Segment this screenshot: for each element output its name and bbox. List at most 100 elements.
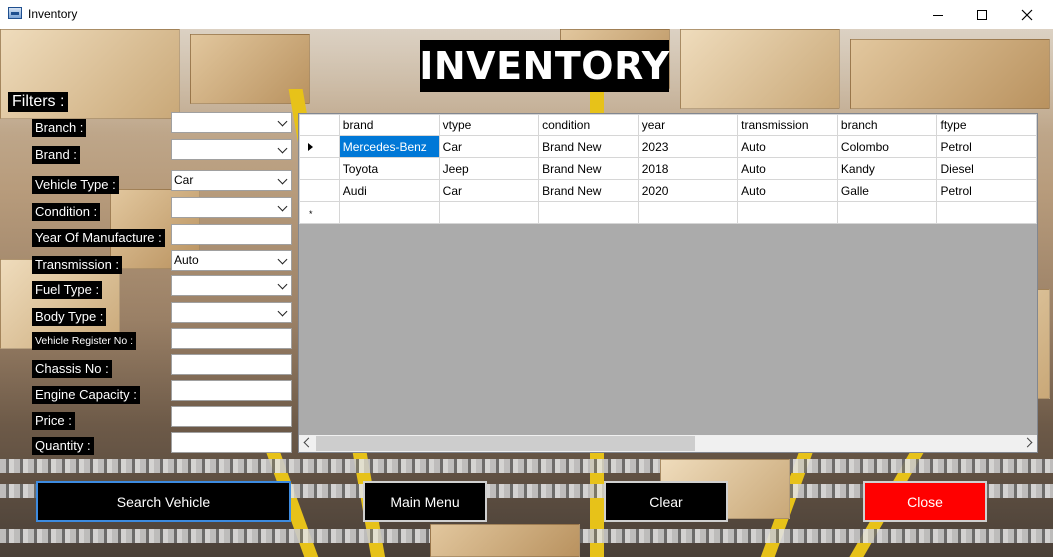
new-row-icon: * [309,208,313,219]
price-label: Price : [32,412,75,430]
minimize-icon [933,15,943,16]
close-icon [1021,9,1033,20]
table-cell[interactable] [836,201,938,224]
maximize-icon [977,9,987,20]
chassis-no-field[interactable] [171,354,292,375]
row-header[interactable] [299,179,340,202]
branch-label: Branch : [32,119,87,137]
table-cell[interactable]: Auto [737,179,838,202]
chevron-down-icon [277,174,288,185]
table-cell[interactable]: Brand New [538,157,639,180]
filters-title: Filters : [8,92,69,112]
current-row-icon [308,142,313,151]
column-header-condition[interactable]: condition [538,114,639,136]
vehicle-type-label: Vehicle Type : [32,176,119,194]
window-title: Inventory [28,7,78,21]
table-row[interactable]: Audi Car Brand New 2020 Auto Galle Petro… [299,179,1037,202]
column-header-year[interactable]: year [637,114,739,136]
scrollbar-thumb[interactable] [316,436,695,451]
table-cell[interactable]: Brand New [538,135,639,158]
table-cell[interactable]: Car [438,135,540,158]
engine-capacity-field[interactable] [171,380,292,401]
table-cell[interactable]: Galle [836,179,938,202]
brand-select[interactable] [171,139,292,160]
page-title: INVENTORY [419,40,669,92]
chassis-no-label: Chassis No : [32,360,112,378]
column-header-transmission[interactable]: transmission [737,114,838,136]
table-cell[interactable]: Car [438,179,540,202]
row-header[interactable] [299,157,340,180]
transmission-label: Transmission : [32,256,123,274]
column-header-branch[interactable]: branch [836,114,938,136]
condition-select[interactable] [171,197,292,218]
close-button[interactable]: Close [863,481,987,522]
table-cell[interactable] [338,201,440,224]
search-vehicle-button[interactable]: Search Vehicle [36,481,291,522]
brand-label: Brand : [32,146,80,164]
table-cell[interactable]: Petrol [936,135,1037,158]
engine-capacity-label: Engine Capacity : [32,386,140,404]
table-cell[interactable]: Auto [737,157,838,180]
price-field[interactable] [171,406,292,427]
table-cell[interactable]: Colombo [836,135,938,158]
minimize-button[interactable] [915,0,961,29]
transmission-select[interactable]: Auto [171,250,292,271]
vehicle-type-select[interactable]: Car [171,170,292,191]
clear-button[interactable]: Clear [604,481,728,522]
table-cell[interactable]: Jeep [438,157,540,180]
chevron-down-icon [277,143,288,154]
body-type-label: Body Type : [32,308,107,326]
table-row[interactable]: Mercedes-Benz Car Brand New 2023 Auto Co… [299,135,1037,158]
table-cell[interactable] [737,201,838,224]
quantity-field[interactable] [171,432,292,453]
branch-select[interactable] [171,112,292,133]
row-header[interactable]: * [299,201,340,224]
horizontal-scrollbar[interactable] [299,435,1037,452]
column-header-brand[interactable]: brand [338,114,440,136]
table-cell[interactable]: Brand New [538,179,639,202]
table-cell[interactable] [438,201,540,224]
table-row[interactable]: Toyota Jeep Brand New 2018 Auto Kandy Di… [299,157,1037,180]
chevron-down-icon [277,306,288,317]
scroll-right-icon[interactable] [1022,437,1033,448]
column-header-vtype[interactable]: vtype [438,114,540,136]
register-no-field[interactable] [171,328,292,349]
chevron-down-icon [277,254,288,265]
table-cell[interactable]: 2023 [637,135,739,158]
year-label: Year Of Manufacture : [32,229,165,247]
inventory-grid[interactable]: brand vtype condition year transmission … [298,113,1038,453]
row-header[interactable] [299,135,340,158]
corner-header[interactable] [299,114,340,136]
new-row[interactable]: * [299,201,1037,224]
table-cell[interactable] [936,201,1037,224]
chevron-down-icon [277,116,288,127]
main-menu-button[interactable]: Main Menu [363,481,487,522]
table-cell[interactable]: 2020 [637,179,739,202]
column-header-ftype[interactable]: ftype [936,114,1037,136]
table-cell[interactable]: Diesel [936,157,1037,180]
table-cell[interactable] [538,201,639,224]
year-field[interactable] [171,224,292,245]
grid-table: brand vtype condition year transmission … [299,114,1037,224]
fuel-type-select[interactable] [171,275,292,296]
title-bar: Inventory [0,0,1053,29]
table-cell[interactable]: Toyota [338,157,440,180]
scroll-left-icon[interactable] [303,437,314,448]
table-cell[interactable]: Mercedes-Benz [338,135,440,158]
body-type-select[interactable] [171,302,292,323]
table-cell[interactable]: Auto [737,135,838,158]
register-no-label: Vehicle Register No : [32,332,137,350]
table-cell[interactable]: Petrol [936,179,1037,202]
table-cell[interactable]: Audi [338,179,440,202]
chevron-down-icon [277,201,288,212]
chevron-down-icon [277,279,288,290]
condition-label: Condition : [32,203,101,221]
table-cell[interactable]: Kandy [836,157,938,180]
table-cell[interactable]: 2018 [637,157,739,180]
header-row: brand vtype condition year transmission … [299,114,1037,136]
fuel-type-label: Fuel Type : [32,281,103,299]
transmission-value: Auto [174,253,199,267]
maximize-button[interactable] [959,0,1005,29]
window-close-button[interactable] [1004,0,1050,29]
table-cell[interactable] [637,201,739,224]
